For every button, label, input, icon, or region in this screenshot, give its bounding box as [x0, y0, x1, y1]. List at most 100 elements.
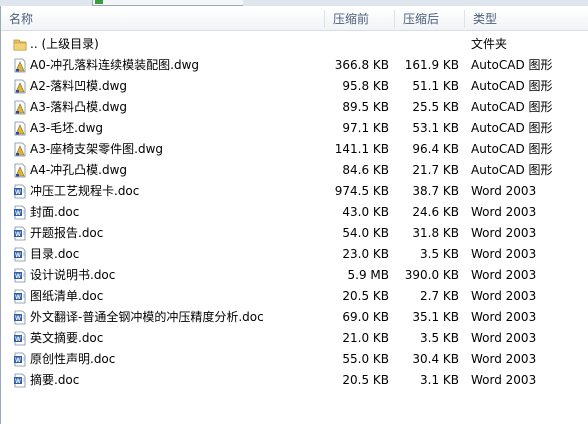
svg-text:W: W	[15, 379, 21, 385]
file-original-size: 23.0 KB	[342, 247, 389, 261]
file-name: 设计说明书.doc	[30, 268, 116, 282]
file-compressed-size: 25.5 KB	[412, 100, 459, 114]
file-type: Word 2003	[471, 331, 537, 345]
file-compressed-size: 3.5 KB	[420, 331, 459, 345]
file-type: Word 2003	[471, 268, 537, 282]
file-type: Word 2003	[471, 289, 537, 303]
file-original-size: 5.9 MB	[347, 268, 389, 282]
file-row[interactable]: W 设计说明书.doc 5.9 MB 390.0 KB Word 2003	[0, 265, 588, 286]
word-file-icon: W	[13, 184, 27, 199]
file-compressed-size: 51.1 KB	[412, 79, 459, 93]
file-row[interactable]: W 图纸清单.doc 20.5 KB 2.7 KB Word 2003	[0, 286, 588, 307]
column-header-original-size[interactable]: 压缩前	[325, 8, 394, 30]
status-indicator	[95, 0, 103, 4]
svg-text:W: W	[15, 211, 21, 217]
file-type: Word 2003	[471, 352, 537, 366]
file-original-size: 95.8 KB	[342, 79, 389, 93]
file-name: 英文摘要.doc	[30, 331, 104, 345]
autocad-file-icon	[13, 100, 27, 115]
file-original-size: 141.1 KB	[334, 142, 389, 156]
svg-text:W: W	[15, 190, 21, 196]
file-row[interactable]: W 开题报告.doc 54.0 KB 31.8 KB Word 2003	[0, 223, 588, 244]
word-file-icon: W	[13, 310, 27, 325]
file-row[interactable]: W 目录.doc 23.0 KB 3.5 KB Word 2003	[0, 244, 588, 265]
file-row[interactable]: A0-冲孔落料连续模装配图.dwg 366.8 KB 161.9 KB AutoCAD…	[0, 55, 588, 76]
svg-text:W: W	[15, 316, 21, 322]
column-header-compressed-size[interactable]: 压缩后	[395, 8, 464, 30]
file-row[interactable]: A4-冲孔凸模.dwg 84.6 KB 21.7 KB AutoCAD 图形	[0, 160, 588, 181]
file-row[interactable]: A3-座椅支架零件图.dwg 141.1 KB 96.4 KB AutoCAD 图形	[0, 139, 588, 160]
file-original-size: 366.8 KB	[334, 58, 389, 72]
svg-text:W: W	[15, 358, 21, 364]
file-original-size: 54.0 KB	[342, 226, 389, 240]
svg-text:W: W	[15, 274, 21, 280]
word-file-icon: W	[13, 247, 27, 262]
file-compressed-size: 35.1 KB	[412, 310, 459, 324]
file-type: AutoCAD 图形	[471, 100, 553, 114]
file-row[interactable]: W 封面.doc 43.0 KB 24.6 KB Word 2003	[0, 202, 588, 223]
autocad-file-icon	[13, 121, 27, 136]
file-original-size: 21.0 KB	[342, 331, 389, 345]
file-name: 冲压工艺规程卡.doc	[30, 184, 140, 198]
svg-text:W: W	[15, 232, 21, 238]
svg-text:W: W	[15, 295, 21, 301]
autocad-file-icon	[13, 142, 27, 157]
word-file-icon: W	[13, 205, 27, 220]
file-row[interactable]: W 英文摘要.doc 21.0 KB 3.5 KB Word 2003	[0, 328, 588, 349]
file-original-size: 43.0 KB	[342, 205, 389, 219]
file-original-size	[330, 34, 389, 55]
file-name: A4-冲孔凸模.dwg	[30, 163, 128, 177]
file-compressed-size: 31.8 KB	[412, 226, 459, 240]
file-original-size: 974.5 KB	[334, 184, 389, 198]
folder-icon	[13, 37, 27, 52]
svg-text:W: W	[15, 337, 21, 343]
file-type: AutoCAD 图形	[471, 58, 553, 72]
file-name: 开题报告.doc	[30, 226, 104, 240]
file-row[interactable]: W 原创性声明.doc 55.0 KB 30.4 KB Word 2003	[0, 349, 588, 370]
file-compressed-size	[400, 34, 459, 55]
file-type: Word 2003	[471, 184, 537, 198]
word-file-icon: W	[13, 352, 27, 367]
file-row[interactable]: W 冲压工艺规程卡.doc 974.5 KB 38.7 KB Word 2003	[0, 181, 588, 202]
file-name: A3-落料凸模.dwg	[30, 100, 128, 114]
autocad-file-icon	[13, 163, 27, 178]
file-compressed-size: 30.4 KB	[412, 352, 459, 366]
file-compressed-size: 2.7 KB	[420, 289, 459, 303]
file-type: Word 2003	[471, 205, 537, 219]
file-name: 目录.doc	[30, 247, 80, 261]
autocad-file-icon	[13, 58, 27, 73]
file-row[interactable]: A2-落料凹模.dwg 95.8 KB 51.1 KB AutoCAD 图形	[0, 76, 588, 97]
autocad-file-icon	[13, 79, 27, 94]
file-row[interactable]: .. (上级目录) 文件夹	[0, 34, 588, 55]
file-type: Word 2003	[471, 226, 537, 240]
file-original-size: 69.0 KB	[342, 310, 389, 324]
file-name: A0-冲孔落料连续模装配图.dwg	[30, 58, 200, 72]
file-row[interactable]: W 外文翻译-普通全钢冲模的冲压精度分析.doc 69.0 KB 35.1 KB Wor…	[0, 307, 588, 328]
file-original-size: 20.5 KB	[342, 373, 389, 387]
file-name: .. (上级目录)	[30, 37, 99, 51]
word-file-icon: W	[13, 373, 27, 388]
file-original-size: 89.5 KB	[342, 100, 389, 114]
file-type: Word 2003	[471, 247, 537, 261]
file-compressed-size: 24.6 KB	[412, 205, 459, 219]
file-compressed-size: 161.9 KB	[404, 58, 459, 72]
file-row[interactable]: A3-毛坯.dwg 97.1 KB 53.1 KB AutoCAD 图形	[0, 118, 588, 139]
word-file-icon: W	[13, 226, 27, 241]
column-header-type[interactable]: 类型	[465, 8, 588, 30]
file-name: A3-座椅支架零件图.dwg	[30, 142, 164, 156]
column-header-bar: 名称 压缩前 压缩后 类型	[1, 8, 588, 31]
file-row[interactable]: W 摘要.doc 20.5 KB 3.1 KB Word 2003	[0, 370, 588, 391]
word-file-icon: W	[13, 289, 27, 304]
file-row[interactable]: A3-落料凸模.dwg 89.5 KB 25.5 KB AutoCAD 图形	[0, 97, 588, 118]
file-compressed-size: 3.1 KB	[420, 373, 459, 387]
file-type: Word 2003	[471, 373, 537, 387]
file-name: 图纸清单.doc	[30, 289, 104, 303]
column-header-name[interactable]: 名称	[1, 8, 324, 30]
address-bar-strip	[0, 0, 588, 6]
file-type: AutoCAD 图形	[471, 142, 553, 156]
word-file-icon: W	[13, 331, 27, 346]
file-compressed-size: 38.7 KB	[412, 184, 459, 198]
svg-text:W: W	[15, 253, 21, 259]
address-segment[interactable]	[92, 0, 243, 6]
file-type: AutoCAD 图形	[471, 121, 553, 135]
